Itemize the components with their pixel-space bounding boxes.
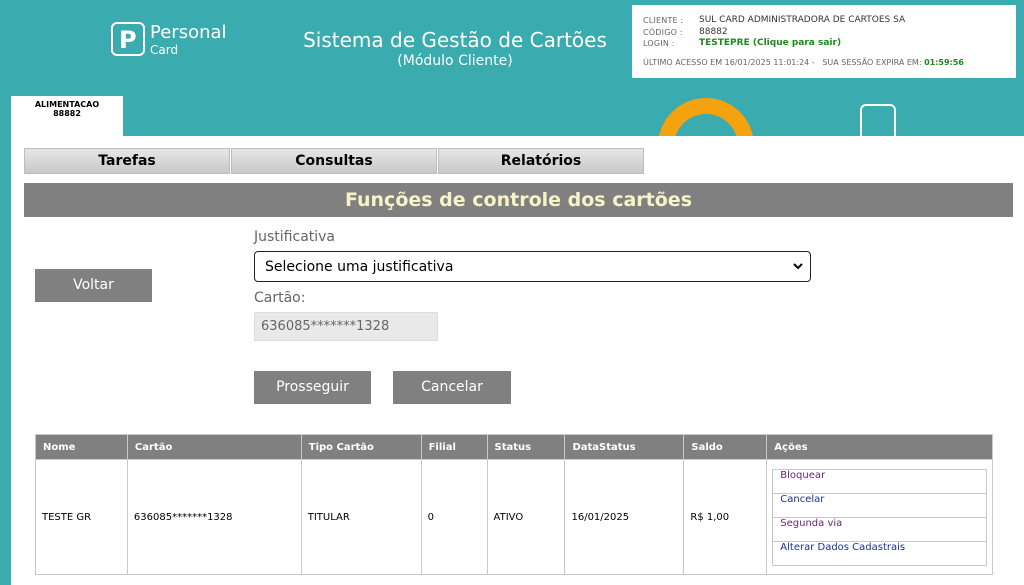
card-product-code: 88882 — [53, 109, 81, 118]
card-product-name: ALIMENTACAO — [34, 100, 100, 109]
cell-filial: 0 — [420, 459, 488, 575]
session-timer: 01:59:56 — [924, 58, 964, 67]
table-row: TESTE GR 636085*******1328 TITULAR 0 ATI… — [35, 459, 993, 575]
cell-saldo: R$ 1,00 — [683, 459, 768, 575]
col-header-tipo: Tipo Cartão — [300, 434, 422, 460]
cartao-input-value: 636085*******1328 — [261, 319, 390, 334]
session-expire-label: SUA SESSÃO EXPIRA EM: — [822, 58, 922, 67]
logo-mark-icon: P — [111, 22, 145, 56]
voltar-button[interactable]: Voltar — [35, 269, 152, 302]
cell-nome: TESTE GR — [35, 459, 128, 575]
prosseguir-button[interactable]: Prosseguir — [254, 371, 371, 404]
col-header-filial: Filial — [420, 434, 488, 460]
menu-tarefas[interactable]: Tarefas — [24, 148, 230, 174]
col-header-saldo: Saldo — [683, 434, 768, 460]
logo-word-card: Card — [150, 43, 179, 57]
action-cancelar-link[interactable]: Cancelar — [773, 494, 986, 518]
action-bloquear-link[interactable]: Bloquear — [773, 470, 986, 494]
action-alterar-dados-link[interactable]: Alterar Dados Cadastrais — [773, 542, 986, 565]
cell-acoes: Bloquear Cancelar Segunda via Alterar Da… — [766, 459, 993, 575]
login-logout-link[interactable]: TESTEPRE (Clique para sair) — [699, 38, 841, 48]
system-title: Sistema de Gestão de Cartões — [303, 28, 607, 52]
personal-card-logo: P Personal Card — [111, 22, 231, 62]
cell-datastatus: 16/01/2025 — [564, 459, 685, 575]
cards-table: Nome Cartão Tipo Cartão Filial Status Da… — [35, 434, 993, 575]
main-menu-bar: Tarefas Consultas Relatórios — [24, 148, 644, 175]
last-access-text: ÚLTIMO ACESSO EM 16/01/2025 11:01:24 - — [643, 58, 815, 67]
codigo-label: CÓDIGO : — [643, 28, 683, 37]
col-header-status: Status — [486, 434, 566, 460]
card-product-tab[interactable]: ALIMENTACAO 88882 — [11, 96, 123, 136]
logo-word-personal: Personal — [150, 22, 227, 43]
col-header-acoes: Ações — [766, 434, 993, 460]
system-subtitle: (Módulo Cliente) — [397, 53, 513, 69]
chevron-down-icon — [793, 263, 803, 270]
justificativa-selected-value: Selecione uma justificativa — [265, 259, 454, 275]
cell-tipo: TITULAR — [300, 459, 422, 575]
cliente-label: CLIENTE : — [643, 16, 684, 25]
justificativa-label: Justificativa — [254, 229, 336, 245]
last-access-line: ÚLTIMO ACESSO EM 16/01/2025 11:01:24 - S… — [643, 58, 964, 67]
table-header-row: Nome Cartão Tipo Cartão Filial Status Da… — [35, 434, 993, 460]
cliente-value: SUL CARD ADMINISTRADORA DE CARTOES SA — [699, 15, 906, 25]
cartao-input-readonly: 636085*******1328 — [254, 312, 438, 341]
actions-list: Bloquear Cancelar Segunda via Alterar Da… — [772, 468, 987, 566]
col-header-cartao: Cartão — [126, 434, 302, 460]
cell-cartao: 636085*******1328 — [126, 459, 302, 575]
cell-status: ATIVO — [486, 459, 566, 575]
action-segunda-via-link[interactable]: Segunda via — [773, 518, 986, 542]
justificativa-select[interactable]: Selecione uma justificativa — [254, 251, 811, 282]
menu-relatorios[interactable]: Relatórios — [438, 148, 644, 174]
col-header-nome: Nome — [35, 434, 128, 460]
col-header-datastatus: DataStatus — [564, 434, 685, 460]
cartao-label: Cartão: — [254, 290, 306, 306]
session-info-box: CLIENTE : SUL CARD ADMINISTRADORA DE CAR… — [632, 5, 1016, 78]
cancelar-button[interactable]: Cancelar — [393, 371, 511, 404]
login-label: LOGIN : — [643, 39, 675, 48]
menu-consultas[interactable]: Consultas — [231, 148, 437, 174]
page-title: Funções de controle dos cartões — [24, 183, 1013, 217]
codigo-value: 88882 — [699, 27, 728, 37]
